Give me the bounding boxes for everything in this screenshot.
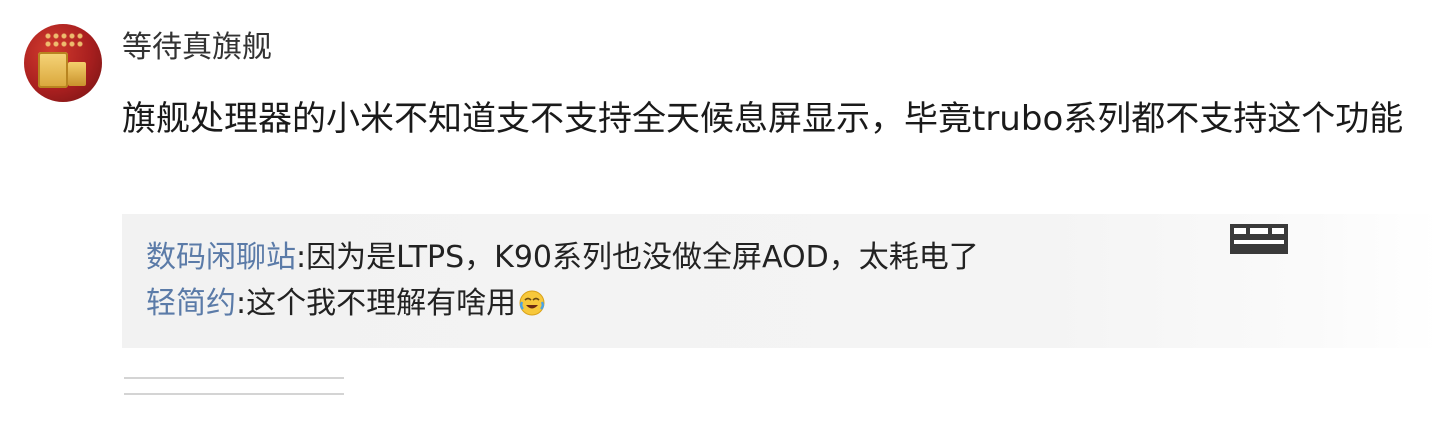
replies-panel[interactable]: 数码闲聊站:因为是LTPS，K90系列也没做全屏AOD，太耗电了 轻简约:这个我… [122, 214, 1440, 348]
laughing-crying-emoji-icon [519, 290, 545, 316]
comment-card: 等待真旗舰 旗舰处理器的小米不知道支不支持全天候息屏显示，毕竟trubo系列都不… [0, 0, 1440, 428]
avatar-decoration [68, 62, 86, 86]
reply-item[interactable]: 数码闲聊站:因为是LTPS，K90系列也没做全屏AOD，太耗电了 [146, 238, 979, 278]
comment-username[interactable]: 等待真旗舰 [122, 28, 272, 68]
reply-separator: : [296, 240, 307, 275]
avatar-decoration [44, 32, 84, 48]
avatar-decoration [38, 52, 68, 88]
blurred-footer-icon [124, 377, 344, 395]
reply-author[interactable]: 轻简约 [146, 286, 236, 321]
corner-image-icon [1230, 224, 1288, 254]
reply-text: 这个我不理解有啥用 [246, 286, 517, 321]
avatar[interactable] [24, 24, 102, 102]
reply-separator: : [236, 286, 247, 321]
comment-text: 旗舰处理器的小米不知道支不支持全天候息屏显示，毕竟trubo系列都不支持这个功能 [122, 99, 1404, 139]
reply-author[interactable]: 数码闲聊站 [146, 240, 296, 275]
reply-text: 因为是LTPS，K90系列也没做全屏AOD，太耗电了 [306, 240, 979, 275]
reply-item[interactable]: 轻简约:这个我不理解有啥用 [146, 284, 546, 324]
